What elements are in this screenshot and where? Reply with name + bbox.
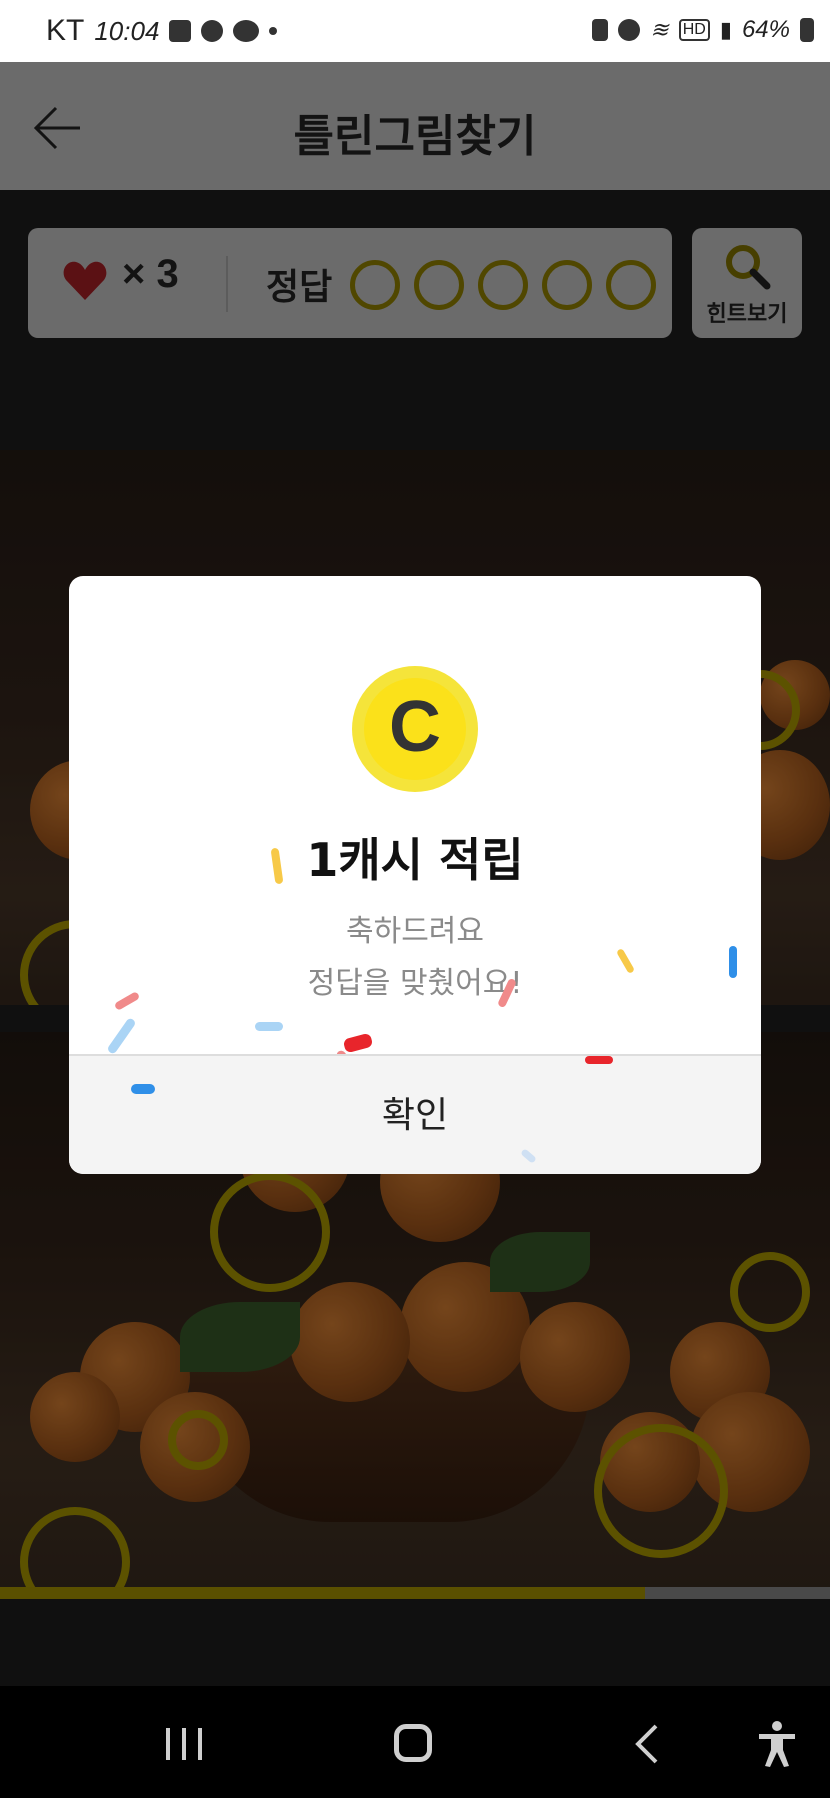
recents-icon[interactable] [164, 1726, 204, 1762]
alarm-icon [618, 19, 641, 41]
signal-icon: ▮ [719, 17, 732, 42]
status-left: KT 10:04 [46, 14, 278, 48]
status-bar: KT 10:04 ≋ HD ▮ 64% [0, 0, 830, 62]
system-nav-bar [0, 1686, 830, 1798]
status-right: ≋ HD ▮ 64% [592, 16, 814, 44]
confetti-piece [255, 1022, 283, 1031]
battery-saver-icon [592, 19, 609, 41]
accessibility-icon[interactable] [756, 1720, 798, 1768]
confetti-piece [729, 946, 737, 978]
confetti-piece [342, 1032, 374, 1054]
dialog-message-line2: 정답을 맞췄어요! [307, 966, 523, 1001]
more-notifications-icon [269, 27, 278, 35]
coin-letter: C [389, 687, 441, 767]
cash-coin-icon: C [352, 666, 478, 792]
app-notification-icon [201, 20, 224, 42]
nav-back-icon[interactable] [632, 1722, 662, 1766]
battery-icon [800, 18, 814, 42]
confetti-piece [106, 1017, 137, 1055]
hd-icon: HD [678, 19, 710, 41]
gallery-notification-icon [169, 20, 192, 42]
reward-dialog: C 1캐시 적립 축하드려요 정답을 맞췄어요! 확인 [69, 576, 761, 1174]
home-icon[interactable] [394, 1724, 432, 1762]
carrier: KT [46, 14, 85, 47]
battery-percent: 64% [741, 16, 790, 43]
dialog-message-line1: 축하드려요 [346, 914, 484, 949]
dialog-message: 축하드려요 정답을 맞췄어요! [69, 906, 761, 1010]
dialog-title: 1캐시 적립 [306, 833, 524, 887]
confetti-piece [585, 1056, 613, 1064]
sync-notification-icon [233, 20, 260, 42]
wifi-icon: ≋ [650, 17, 669, 42]
dialog-footer: 확인 [69, 1054, 761, 1174]
status-time: 10:04 [94, 15, 160, 46]
confetti-piece [131, 1084, 155, 1094]
confirm-button[interactable]: 확인 [69, 1056, 761, 1174]
